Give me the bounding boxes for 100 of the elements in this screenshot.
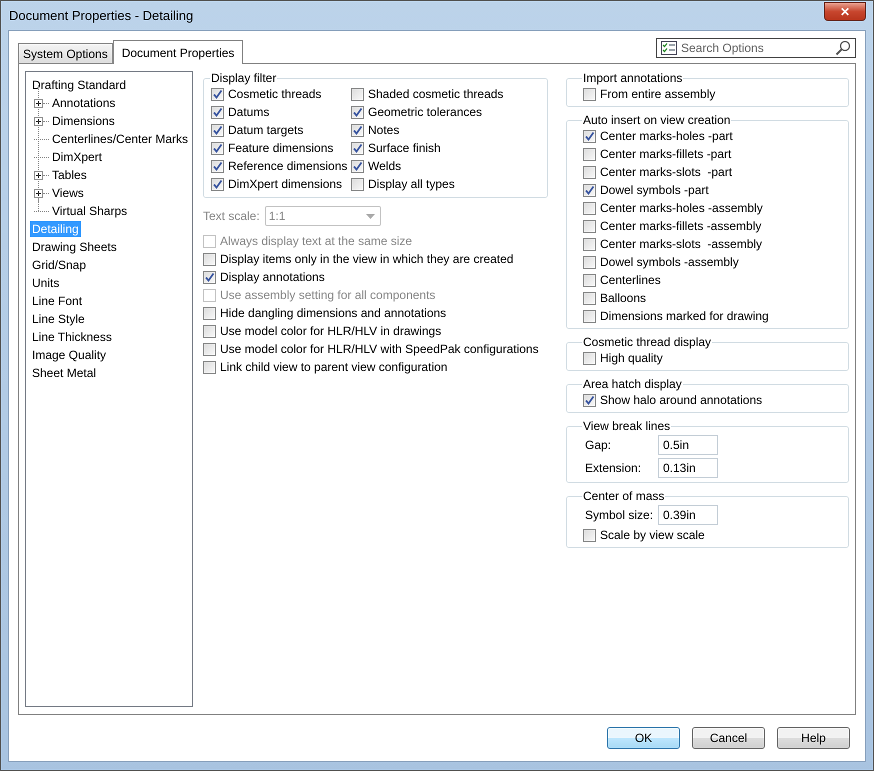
field-label: Extension: [585, 460, 642, 474]
checkbox-label: Always display text at the same size [220, 234, 412, 248]
tree-item[interactable]: Virtual Sharps [50, 203, 130, 219]
checkbox[interactable] [583, 256, 596, 268]
checkbox[interactable] [351, 178, 364, 190]
checkbox-label: Reference dimensions [228, 159, 348, 173]
checkbox[interactable] [351, 160, 364, 172]
tab[interactable]: Document Properties [112, 40, 244, 64]
field-label: Symbol size: [585, 508, 654, 522]
expand-icon[interactable] [34, 116, 43, 126]
checkbox[interactable] [583, 88, 596, 100]
dropdown-arrow-icon [366, 214, 375, 218]
checkbox[interactable] [583, 148, 596, 160]
checkbox[interactable] [211, 160, 224, 172]
checkbox[interactable] [583, 130, 596, 142]
checkbox[interactable] [583, 292, 596, 304]
tree-item[interactable]: Image Quality [30, 347, 108, 363]
group-title: Center of mass [582, 489, 666, 503]
tree-item[interactable]: Drawing Sheets [30, 239, 119, 255]
checkbox-label: Shaded cosmetic threads [368, 87, 504, 101]
checkbox[interactable] [203, 342, 216, 356]
checkbox[interactable] [583, 202, 596, 214]
checkbox-label: Use model color for HLR/HLV with SpeedPak configurations [220, 342, 539, 356]
tree-item[interactable]: Units [30, 275, 62, 291]
checkbox[interactable] [583, 274, 596, 286]
checkbox-label: Center marks-fillets -part [600, 147, 732, 161]
tree-item[interactable]: Grid/Snap [30, 257, 88, 273]
checkbox-label: High quality [600, 351, 663, 365]
checkbox[interactable] [351, 106, 364, 118]
checkbox[interactable] [211, 124, 224, 136]
tree-item[interactable]: Dimensions [50, 113, 117, 129]
dialog-button[interactable]: Help [777, 727, 850, 749]
checkbox[interactable] [203, 324, 216, 338]
expand-icon[interactable] [34, 170, 43, 180]
input-field[interactable]: 0.39in [658, 504, 718, 524]
checkbox-label: Dowel symbols -part [600, 183, 709, 197]
search-icon [835, 40, 851, 56]
tree-item[interactable]: Views [50, 185, 86, 201]
checkbox[interactable] [203, 252, 216, 266]
checkbox-label: Display all types [368, 177, 455, 191]
checkbox-label: Display items only in the view in which they are created [220, 252, 514, 266]
dialog-button[interactable]: Cancel [692, 727, 765, 749]
checkbox-label: Cosmetic threads [228, 87, 322, 101]
close-button[interactable]: ✕ [824, 2, 866, 21]
checkbox[interactable] [583, 166, 596, 178]
checkbox[interactable] [583, 394, 596, 406]
checklist-icon [661, 40, 677, 54]
checkbox-label: Geometric tolerances [368, 105, 482, 119]
checkbox[interactable] [211, 88, 224, 100]
window-title: Document Properties - Detailing [8, 8, 194, 23]
checkbox-label: From entire assembly [600, 87, 716, 101]
checkbox[interactable] [351, 142, 364, 154]
checkbox[interactable] [351, 88, 364, 100]
expand-icon[interactable] [34, 188, 43, 198]
checkbox[interactable] [583, 310, 596, 322]
tree-item[interactable]: Tables [50, 167, 89, 183]
tree-item[interactable]: Annotations [50, 95, 118, 111]
group-title: Display filter [210, 71, 278, 85]
checkbox-label: Use model color for HLR/HLV in drawings [220, 324, 442, 338]
checkbox[interactable] [583, 184, 596, 196]
tree-item[interactable]: DimXpert [50, 149, 104, 165]
tree-item[interactable]: Drafting Standard [30, 77, 128, 93]
checkbox-label: Center marks-holes -assembly [600, 201, 763, 215]
field-label: Gap: [585, 438, 612, 452]
group-title: View break lines [582, 419, 672, 433]
checkbox-label: Center marks-slots -part [600, 165, 732, 179]
expand-icon[interactable] [34, 98, 43, 108]
search-input[interactable]: Search Options [681, 40, 831, 54]
text-scale-label: Text scale: [203, 209, 260, 223]
tree-item[interactable]: Line Font [30, 293, 84, 309]
checkbox[interactable] [583, 352, 596, 364]
group-title: Auto insert on view creation [582, 113, 732, 127]
input-field[interactable]: 0.5in [658, 434, 718, 454]
checkbox[interactable] [583, 238, 596, 250]
checkbox-label: DimXpert dimensions [228, 177, 342, 191]
checkbox[interactable] [203, 270, 216, 284]
tab[interactable]: System Options [18, 43, 113, 63]
checkbox[interactable] [583, 528, 596, 542]
checkbox[interactable] [211, 106, 224, 118]
tree-item[interactable]: Line Style [30, 311, 87, 327]
tree-item[interactable]: Sheet Metal [30, 365, 98, 381]
group-title: Area hatch display [582, 377, 683, 391]
checkbox-label: Center marks-fillets -assembly [600, 219, 762, 233]
checkbox[interactable] [211, 142, 224, 154]
dialog-button[interactable]: OK [607, 727, 680, 749]
tree-item[interactable]: Centerlines/Center Marks [50, 131, 190, 147]
checkbox[interactable] [351, 124, 364, 136]
checkbox-label: Use assembly setting for all components [220, 288, 436, 302]
input-field[interactable]: 0.13in [658, 458, 718, 478]
checkbox-label: Link child view to parent view configuration [220, 360, 448, 374]
checkbox[interactable] [203, 360, 216, 374]
tree-item[interactable]: Line Thickness [30, 329, 114, 345]
checkbox-label: Dowel symbols -assembly [600, 255, 739, 269]
search-field[interactable]: Search Options [656, 38, 856, 58]
checkbox[interactable] [583, 220, 596, 232]
checkbox-label: Hide dangling dimensions and annotations [220, 306, 446, 320]
checkbox-label: Center marks-slots -assembly [600, 237, 762, 251]
checkbox-label: Feature dimensions [228, 141, 334, 155]
checkbox[interactable] [211, 178, 224, 190]
checkbox[interactable] [203, 306, 216, 320]
